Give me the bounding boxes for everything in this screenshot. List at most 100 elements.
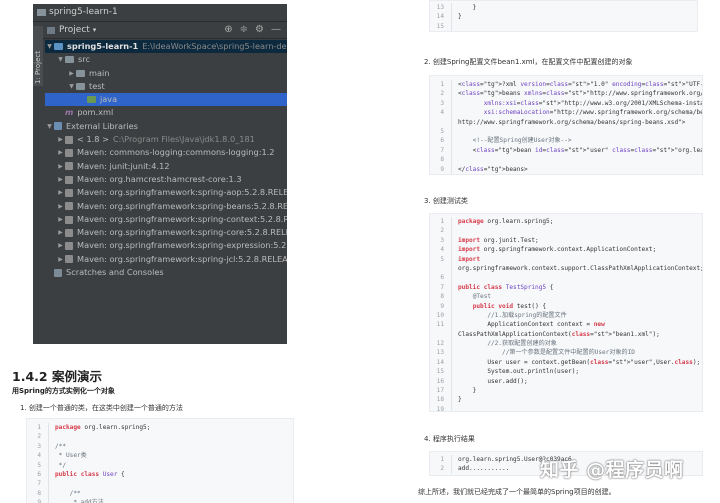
code-line: 16 user.add();: [430, 376, 702, 387]
tree-item[interactable]: ▼ External Libraries: [45, 120, 287, 133]
line-number: 14: [430, 357, 452, 368]
gear-icon[interactable]: ⚙: [255, 24, 264, 35]
code-line: ClassPathXmlApplicationContext(class="st…: [430, 329, 702, 340]
collapse-icon[interactable]: ≑: [240, 24, 248, 35]
collapsed-arrow-icon[interactable]: ▶: [56, 200, 65, 213]
jdk-icon: [65, 135, 73, 144]
code-text: user.add();: [458, 377, 528, 385]
code-text: }: [458, 387, 477, 395]
code-text: }: [458, 396, 462, 404]
step-2-text: 2. 创建Spring配置文件bean1.xml，在配置文件中配置创建的对象: [424, 58, 633, 66]
code-text: /**: [55, 489, 81, 497]
code-line: 5 import: [430, 254, 702, 264]
project-side-tab[interactable]: 1: Project: [33, 26, 43, 86]
step-1-text: 1. 创建一个普通的类，在这类中创建一个普通的方法: [20, 404, 183, 412]
code-line: 4 xsi:schemaLocation="http://www.springf…: [430, 108, 702, 118]
line-number: 7: [430, 282, 452, 293]
code-line: 6 <!--配置Spring创建User对象-->: [430, 136, 702, 146]
collapsed-arrow-icon[interactable]: ▶: [56, 160, 65, 173]
tree-item-path: E:\IdeaWorkSpace\spring5-learn-demo\: [142, 41, 287, 51]
project-view-icon: [47, 26, 55, 34]
line-number: 2: [430, 89, 452, 99]
tree-item-label: Maven: junit:junit:4.12: [77, 160, 170, 171]
line-number: 13: [430, 3, 452, 13]
code-line: 6 public class User {: [27, 469, 293, 480]
collapsed-arrow-icon[interactable]: ▶: [56, 186, 65, 199]
folder-icon: [54, 43, 63, 51]
tree-item[interactable]: ▼ src: [45, 53, 287, 66]
collapsed-arrow-icon[interactable]: ▶: [56, 173, 65, 186]
code-text: add...........: [458, 465, 510, 473]
code-line: 14}: [430, 12, 697, 22]
code-line: 15: [430, 21, 697, 31]
tree-item[interactable]: ▶ Maven: org.springframework:spring-conte…: [45, 213, 287, 226]
line-number: 9: [430, 301, 452, 311]
summary-text: 综上所述，我们就已经完成了一个最简单的Spring项目的创建。: [418, 488, 616, 496]
folder-icon: [76, 83, 85, 91]
collapsed-arrow-icon[interactable]: ▶: [67, 67, 76, 80]
tree-item[interactable]: ▶ main: [45, 67, 287, 80]
tree-item[interactable]: java: [45, 93, 287, 107]
code-line: 4 import org.springframework.context.Appl…: [430, 245, 702, 255]
collapsed-arrow-icon[interactable]: ▶: [56, 213, 65, 226]
code-text: * add方法: [55, 499, 104, 503]
tree-item[interactable]: ▶ Maven: commons-logging:commons-logging:…: [45, 146, 287, 159]
globe-icon[interactable]: ⊕: [224, 24, 232, 35]
code-line: 1 package org.learn.spring5;: [27, 423, 293, 433]
tree-item-label: < 1.8 >: [77, 134, 109, 145]
code-line: 1 package org.learn.spring5;: [430, 217, 702, 227]
collapsed-arrow-icon[interactable]: ▶: [56, 239, 65, 252]
line-number: 14: [430, 12, 452, 22]
collapsed-arrow-icon[interactable]: ▶: [56, 226, 65, 239]
tree-item[interactable]: ▼ test: [45, 80, 287, 93]
code-text: /**: [55, 442, 67, 450]
tree-item[interactable]: Scratches and Consoles: [45, 266, 287, 279]
tree-item-label: Maven: org.springframework:spring-contex…: [77, 213, 287, 224]
collapsed-arrow-icon[interactable]: ▶: [56, 253, 65, 266]
tree-item-label: main: [89, 67, 110, 78]
collapsed-arrow-icon[interactable]: ▶: [56, 146, 65, 159]
expanded-arrow-icon[interactable]: ▼: [45, 40, 54, 53]
code-line: org.springframework.context.support.Clas…: [430, 263, 702, 274]
tree-item[interactable]: ▶ Maven: org.springframework:spring-aop:5…: [45, 186, 287, 199]
code-block-test: 1 package org.learn.spring5; 2 3 import org.…: [429, 213, 703, 412]
expanded-arrow-icon[interactable]: ▼: [67, 80, 76, 93]
tree-item[interactable]: m pom.xml: [45, 106, 287, 119]
expanded-arrow-icon[interactable]: ▼: [45, 120, 54, 133]
code-text: import org.junit.Test;: [458, 236, 539, 244]
code-text: */: [55, 461, 67, 469]
code-line: 5: [430, 126, 702, 137]
tree-item[interactable]: ▶ Maven: junit:junit:4.12: [45, 160, 287, 173]
line-number: 5: [27, 460, 49, 470]
chevron-down-icon[interactable]: ▾: [93, 26, 97, 34]
line-number: 2: [27, 432, 49, 442]
minimize-icon[interactable]: —: [271, 24, 281, 35]
tree-item[interactable]: ▶ Maven: org.hamcrest:hamcrest-core:1.3: [45, 173, 287, 186]
code-line: 8 /**: [27, 488, 293, 499]
code-line: 3 xmlns:xsi=class="st">"http://www.w3.or…: [430, 98, 702, 109]
lib-icon: [54, 122, 62, 131]
tree-item[interactable]: ▶ Maven: org.springframework:spring-beans…: [45, 200, 287, 213]
line-number: 6: [430, 273, 452, 283]
code-line: 4 * User类: [27, 451, 293, 461]
code-text: <class="tg">beans xmlns=class="st">"http…: [458, 90, 702, 98]
tree-item[interactable]: ▶ Maven: org.springframework:spring-core:…: [45, 226, 287, 239]
line-number: 3: [430, 98, 452, 109]
code-block-xml: 1 <class="tg">?xml version=class="st">"1.…: [429, 75, 703, 175]
project-view-selector[interactable]: Project: [59, 25, 90, 35]
code-line: 11 ApplicationContext context = new: [430, 320, 702, 330]
tree-item[interactable]: ▶ Maven: org.springframework:spring-jcl:5…: [45, 253, 287, 266]
collapsed-arrow-icon[interactable]: ▶: [56, 133, 65, 146]
tree-item[interactable]: ▶ Maven: org.springframework:spring-expre…: [45, 239, 287, 252]
jar-icon: [65, 202, 73, 211]
step-3-text: 3. 创建测试类: [424, 197, 468, 205]
tree-item[interactable]: ▶ < 1.8 > C:\Program Files\Java\jdk1.8.0_1…: [45, 133, 287, 146]
line-number: 1: [430, 217, 452, 227]
expanded-arrow-icon[interactable]: ▼: [56, 53, 65, 66]
code-line: 2 <class="tg">beans xmlns=class="st">"htt…: [430, 89, 702, 99]
tree-item[interactable]: ▼ spring5-learn-1 E:\IdeaWorkSpace\spring5…: [45, 40, 287, 54]
tree-item-label: Maven: commons-logging:commons-logging:1…: [77, 147, 275, 158]
code-line: 7 <class="tg">bean id=class="st">"user" …: [430, 145, 702, 156]
